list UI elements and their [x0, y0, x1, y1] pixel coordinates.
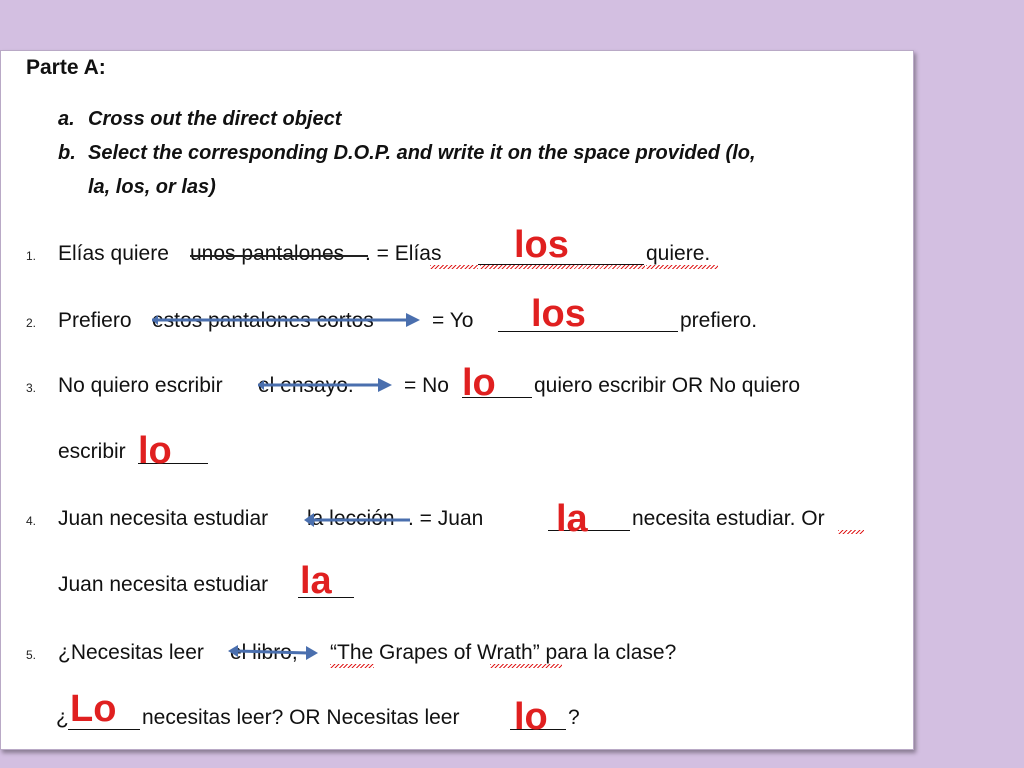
instruction-b: b. Select the corresponding D.O.P. and wr… — [58, 142, 756, 165]
heading: Parte A: — [26, 56, 106, 79]
item-2-tail: prefiero. — [680, 309, 758, 332]
spellcheck-underline — [646, 265, 718, 269]
item-2-after: = Yo — [432, 309, 474, 332]
item-5-line2-start: ¿ — [56, 706, 69, 729]
item-3-line2: escribir — [58, 440, 126, 463]
instruction-text: Select the corresponding D.O.P. and writ… — [88, 142, 756, 164]
item-3-answer: lo — [462, 362, 496, 404]
item-2-before: Prefiero — [58, 309, 132, 332]
item-number: 3. — [26, 381, 37, 395]
item-5-line2-end: ? — [568, 706, 580, 729]
item-5-answer: Lo — [70, 688, 117, 730]
item-number: 1. — [26, 249, 37, 263]
item-number: 2. — [26, 316, 37, 330]
instruction-text: la, los, or las) — [88, 176, 216, 198]
spellcheck-underline — [490, 664, 562, 668]
strikethrough-line — [190, 255, 368, 257]
item-1-answer: los — [514, 224, 569, 266]
spellcheck-underline — [838, 530, 864, 534]
item-4-before: Juan necesita estudiar — [58, 507, 269, 530]
instruction-b-cont: la, los, or las) — [58, 176, 216, 199]
item-1-tail: quiere. — [646, 242, 711, 265]
item-3-after: = No — [404, 374, 449, 397]
spellcheck-underline — [330, 664, 374, 668]
answer-blank — [498, 330, 678, 332]
crossout-arrow — [152, 313, 420, 327]
instruction-label: a. — [58, 108, 75, 130]
item-5-answer-2: lo — [514, 696, 548, 738]
item-1-direct-object: unos pantalones — [190, 242, 345, 265]
spellcheck-underline — [430, 265, 478, 269]
item-3-answer-2: lo — [138, 430, 172, 472]
instruction-label: b. — [58, 142, 76, 164]
item-1-after: . = Elías — [365, 242, 442, 265]
crossout-arrow — [258, 378, 392, 392]
item-number: 5. — [26, 648, 37, 662]
item-2-answer: los — [531, 293, 586, 335]
item-number: 4. — [26, 514, 37, 528]
instruction-text: Cross out the direct object — [88, 108, 342, 130]
item-4-tail: necesita estudiar. Or — [632, 507, 825, 530]
item-4-after: . = Juan — [408, 507, 484, 530]
crossout-arrow — [228, 645, 318, 660]
item-3-before: No quiero escribir — [58, 374, 223, 397]
item-4-answer: la — [556, 498, 588, 540]
item-3-tail: quiero escribir OR No quiero — [534, 374, 801, 397]
item-5-after: “The Grapes of Wrath” para la clase? — [330, 641, 677, 664]
instruction-a: a. Cross out the direct object — [58, 108, 341, 131]
item-4-line2: Juan necesita estudiar — [58, 573, 269, 596]
item-1-before: Elías quiere — [58, 242, 169, 265]
crossout-arrow — [304, 513, 410, 527]
item-5-before: ¿Necesitas leer — [58, 641, 204, 664]
item-4-answer-2: la — [300, 560, 332, 602]
item-5-line2-middle: necesitas leer? OR Necesitas leer — [142, 706, 460, 729]
